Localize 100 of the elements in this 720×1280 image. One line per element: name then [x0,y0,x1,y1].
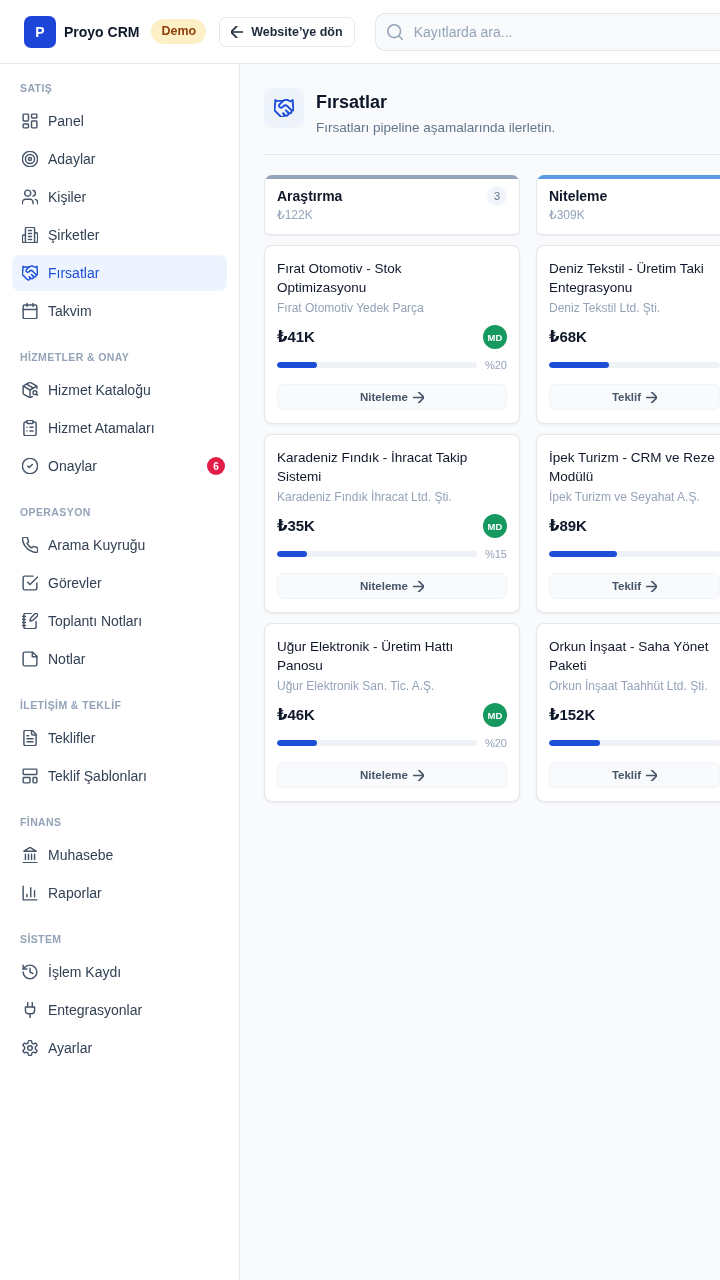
nav-item[interactable]: Kişiler [12,179,227,215]
handshake-icon [264,88,304,128]
arrow-right-icon [646,769,658,781]
notification-count: 6 [207,457,225,475]
probability-text: %15 [484,548,507,560]
owner-avatar: MD [483,325,507,349]
company-name: İpek Turizm ve Seyahat A.Ş. [549,489,701,505]
arrow-right-icon [646,580,658,592]
arrow-right-icon [412,391,424,403]
section-heading: İLETİŞİM & TEKLİF [19,698,123,712]
search-field[interactable]: Kayıtlarda ara... [374,12,720,51]
page-title: Fırsatlar [316,91,389,114]
demo-tag: Demo [151,19,207,44]
deal-count: 3 [487,186,507,206]
nav-item[interactable]: İşlem Kaydı [12,954,227,990]
nav-item[interactable]: Onaylar 6 [12,448,227,484]
deal-card[interactable]: İpek Turizm - CRM ve Reze Modülü İpek Turizm ve Seyahat A.Ş. ₺89K Teklif [536,434,720,613]
move-stage-button[interactable]: Niteleme [277,384,507,410]
deal-title: Karadeniz Fındık - İhracat Takip Sistemi [277,449,469,486]
target-icon [22,151,38,167]
move-stage-button[interactable]: Teklif [549,573,720,599]
move-stage-button[interactable]: Teklif [549,762,720,788]
company-name: Karadeniz Fındık İhracat Ltd. Şti. [277,489,453,505]
stage-name: Araştırma [277,188,343,204]
nav-item[interactable]: Teklif Şablonları [12,758,227,794]
users-icon [22,189,38,205]
deal-card[interactable]: Orkun İnşaat - Saha Yönet Paketi Orkun İnşaat Taahhüt Ltd. Şti. ₺152K Teklif [536,623,720,802]
search-icon [386,23,403,40]
deal-amount: ₺41K [277,328,315,346]
nav-item[interactable]: Hizmet Kataloğu [12,372,227,408]
stage-total: ₺309K [549,207,586,223]
note-icon [22,651,38,667]
nav-item[interactable]: Notlar [12,641,227,677]
company-name: Uğur Elektronik San. Tic. A.Ş. [277,678,436,694]
deal-title: Deniz Tekstil - Üretim Taki Entegrasyonu [549,260,705,297]
owner-avatar: MD [483,703,507,727]
deal-card[interactable]: Karadeniz Fındık - İhracat Takip Sistemi Karadeniz Fındık İhracat Ltd. Şti. ₺35K MD %15 Niteleme [264,434,520,613]
section-heading: SATIŞ [19,81,54,95]
plug-icon [22,1002,38,1018]
history-icon [22,964,38,980]
nav-item[interactable]: Muhasebe [12,837,227,873]
deal-card[interactable]: Uğur Elektronik - Üretim Hattı Panosu Uğur Elektronik San. Tic. A.Ş. ₺46K MD %20 Niteleme [264,623,520,802]
dashboard-icon [22,113,38,129]
company-name: Deniz Tekstil Ltd. Şti. [549,300,662,316]
nav-item[interactable]: Takvim [12,293,227,329]
nav-item[interactable]: Teklifler [12,720,227,756]
section-heading: HİZMETLER & ONAY [19,350,131,364]
probability-text: %20 [484,737,507,749]
arrow-right-icon [646,391,658,403]
arrow-right-icon [412,769,424,781]
nav-item[interactable]: Adaylar [12,141,227,177]
nav-item[interactable]: Ayarlar [12,1030,227,1066]
deal-card[interactable]: Fırat Otomotiv - Stok Optimizasyonu Fırat Otomotiv Yedek Parça ₺41K MD %20 Niteleme [264,245,520,424]
back-button[interactable]: Website’ye dön [219,16,355,47]
deal-amount: ₺68K [549,328,587,346]
bar-chart-icon [22,885,38,901]
move-stage-button[interactable]: Teklif [549,384,720,410]
nav-item[interactable]: Fırsatlar [12,255,227,291]
stage-name: Niteleme [549,188,608,204]
building-icon [22,227,38,243]
nav-item[interactable]: Panel [12,103,227,139]
move-stage-button[interactable]: Niteleme [277,762,507,788]
section-heading: FİNANS [19,815,63,829]
nav-item[interactable]: Entegrasyonlar [12,992,227,1028]
section-heading: OPERASYON [19,505,92,519]
handshake-icon [22,265,38,281]
app-name: Proyo CRM [64,23,140,40]
nav-item[interactable]: Toplantı Notları [12,603,227,639]
deal-title: Orkun İnşaat - Saha Yönet Paketi [549,638,710,675]
deal-card[interactable]: Deniz Tekstil - Üretim Taki Entegrasyonu Deniz Tekstil Ltd. Şti. ₺68K Teklif [536,245,720,424]
package-search-icon [22,382,38,398]
stage-total: ₺122K [277,207,314,223]
company-name: Orkun İnşaat Taahhüt Ltd. Şti. [549,678,709,694]
company-name: Fırat Otomotiv Yedek Parça [277,300,425,316]
checkbox-icon [22,575,38,591]
probability-text: %20 [484,359,507,371]
app-logo[interactable]: P [24,15,56,48]
deal-amount: ₺35K [277,517,315,535]
phone-icon [22,537,38,553]
clipboard-icon [22,420,38,436]
nav-item[interactable]: Şirketler [12,217,227,253]
deal-title: İpek Turizm - CRM ve Reze Modülü [549,449,716,486]
deal-amount: ₺152K [549,706,596,724]
deal-amount: ₺46K [277,706,315,724]
bank-icon [22,847,38,863]
page-subtitle: Fırsatları pipeline aşamalarında ilerletin. [316,119,556,137]
deal-title: Uğur Elektronik - Üretim Hattı Panosu [277,638,455,675]
notebook-pen-icon [22,613,38,629]
arrow-right-icon [412,580,424,592]
document-icon [22,730,38,746]
owner-avatar: MD [483,514,507,538]
move-stage-button[interactable]: Niteleme [277,573,507,599]
nav-item[interactable]: Arama Kuyruğu [12,527,227,563]
template-icon [22,768,38,784]
deal-title: Fırat Otomotiv - Stok Optimizasyonu [277,260,403,297]
nav-item[interactable]: Hizmet Atamaları [12,410,227,446]
deal-amount: ₺89K [549,517,587,535]
nav-item[interactable]: Görevler [12,565,227,601]
calendar-icon [22,303,38,319]
nav-item[interactable]: Raporlar [12,875,227,911]
